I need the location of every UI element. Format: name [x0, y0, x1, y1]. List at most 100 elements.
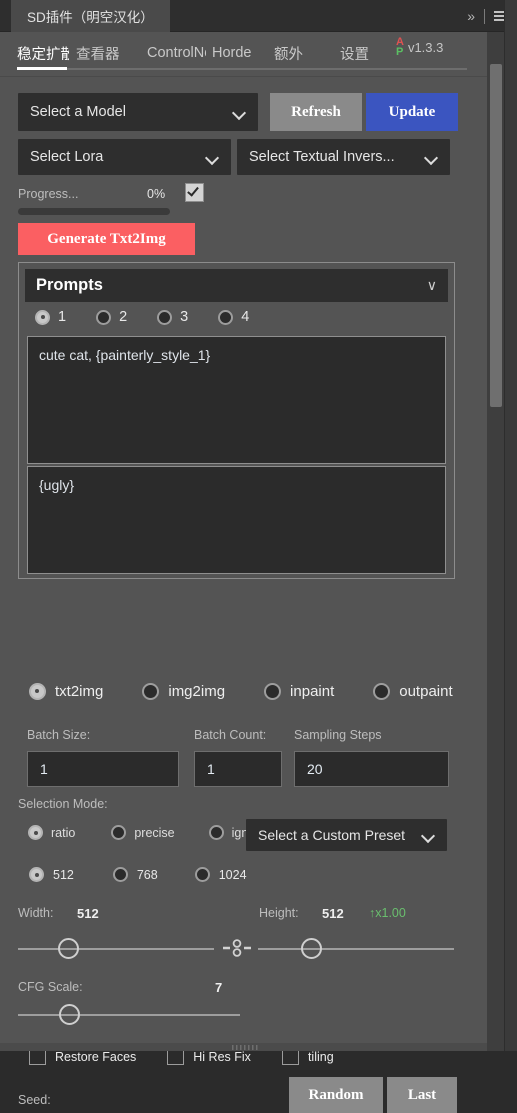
link-chain-icon[interactable]: [222, 938, 252, 958]
model-select-value: Select a Model: [30, 104, 126, 120]
radio-icon[interactable]: [29, 867, 44, 882]
refresh-button-label: Refresh: [291, 103, 341, 120]
height-slider-knob[interactable]: [301, 938, 322, 959]
mode-outpaint-label: outpaint: [399, 683, 453, 700]
radio-icon[interactable]: [208, 825, 224, 840]
tab-stable-diffusion[interactable]: 稳定扩散: [17, 43, 69, 64]
radio-icon[interactable]: [218, 309, 234, 325]
resolution-512-label: 512: [53, 867, 74, 882]
selection-mode-precise[interactable]: precise: [103, 825, 175, 840]
custom-preset-select[interactable]: Select a Custom Preset: [246, 819, 447, 851]
radio-icon[interactable]: [28, 825, 43, 840]
mode-outpaint[interactable]: outpaint: [364, 683, 453, 700]
panel-scrollbar[interactable]: [487, 32, 505, 1051]
scale-badge: ↑x1.00: [369, 906, 406, 920]
toggle-hi-res-fix-label: Hi Res Fix: [193, 1049, 251, 1064]
resize-grip[interactable]: [232, 1045, 258, 1050]
version-badge: A P v1.3.3: [396, 37, 443, 58]
tab-settings[interactable]: 设置: [340, 43, 386, 64]
prompt-slot-2[interactable]: 2: [88, 309, 127, 325]
resolution-768[interactable]: 768: [104, 867, 158, 882]
width-value: 512: [77, 906, 99, 921]
chevron-down-icon[interactable]: ∨: [427, 277, 437, 294]
height-label: Height:: [259, 906, 299, 920]
refresh-button[interactable]: Refresh: [270, 93, 362, 131]
selection-mode-label: Selection Mode:: [18, 797, 108, 811]
resolution-512[interactable]: 512: [20, 867, 74, 882]
prompts-title: Prompts: [36, 276, 103, 294]
tab-extras[interactable]: 额外: [274, 43, 324, 64]
chevron-double-right-icon[interactable]: »: [467, 9, 475, 23]
generate-txt2img-button[interactable]: Generate Txt2Img: [18, 223, 195, 255]
cfg-slider-track[interactable]: [18, 1014, 240, 1016]
resolution-768-label: 768: [136, 867, 158, 882]
radio-icon[interactable]: [111, 825, 127, 840]
height-slider-track[interactable]: [258, 948, 454, 950]
scrollbar-thumb[interactable]: [490, 64, 502, 407]
progress-enable-checkbox[interactable]: [185, 183, 204, 202]
radio-icon[interactable]: [194, 867, 210, 882]
selection-mode-precise-label: precise: [134, 825, 175, 840]
tab-viewer[interactable]: 查看器: [76, 43, 140, 64]
width-slider-track[interactable]: [18, 948, 214, 950]
prompt-slot-4[interactable]: 4: [210, 309, 249, 325]
textual-inversion-select[interactable]: Select Textual Invers...: [237, 139, 450, 175]
prompt-slot-1[interactable]: 1: [27, 309, 66, 325]
mode-img2img-label: img2img: [168, 683, 226, 700]
seed-random-label: Random: [308, 1086, 364, 1103]
chevron-down-icon: [425, 151, 438, 164]
radio-icon[interactable]: [35, 309, 50, 325]
radio-icon[interactable]: [264, 683, 282, 700]
chevron-down-icon: [233, 106, 246, 119]
radio-icon[interactable]: [142, 683, 160, 700]
batch-count-input[interactable]: 1: [194, 751, 282, 787]
radio-icon[interactable]: [373, 683, 391, 700]
prompt-slot-1-label: 1: [58, 309, 67, 325]
cfg-slider-knob[interactable]: [59, 1004, 80, 1025]
toggle-tiling-label: tiling: [307, 1049, 334, 1064]
mode-img2img[interactable]: img2img: [133, 683, 225, 700]
mode-txt2img[interactable]: txt2img: [20, 683, 103, 700]
resolution-preset-radios: 512 768 1024: [20, 867, 247, 882]
content-area: Select a Model Refresh Update Select Lor…: [0, 76, 487, 1113]
mode-txt2img-label: txt2img: [55, 683, 104, 700]
mode-inpaint-label: inpaint: [290, 683, 335, 700]
mode-inpaint[interactable]: inpaint: [255, 683, 334, 700]
seed-input[interactable]: [71, 1077, 283, 1113]
seed-label: Seed:: [18, 1093, 51, 1107]
negative-prompt-textarea[interactable]: {ugly}: [27, 466, 446, 574]
batch-size-input[interactable]: 1: [27, 751, 179, 787]
tab-horde[interactable]: Horde: [212, 45, 260, 61]
title-bar-actions: »: [467, 0, 507, 32]
model-select[interactable]: Select a Model: [18, 93, 258, 131]
radio-icon[interactable]: [157, 309, 173, 325]
resolution-1024[interactable]: 1024: [186, 867, 247, 882]
prompts-header[interactable]: Prompts ∨: [25, 269, 448, 302]
batch-count-label: Batch Count:: [194, 728, 267, 742]
seed-last-label: Last: [407, 1086, 437, 1103]
window-tab-chip[interactable]: SD插件（明空汉化）: [11, 0, 170, 32]
radio-icon[interactable]: [112, 867, 128, 882]
sd-plugin-panel: SD插件（明空汉化） » 稳定扩散 查看器 ControlNet Horde 额…: [0, 0, 517, 1113]
lora-select[interactable]: Select Lora: [18, 139, 231, 175]
seed-last-button[interactable]: Last: [387, 1077, 457, 1113]
divider: [484, 8, 485, 24]
tab-controlnet[interactable]: ControlNet: [147, 45, 206, 61]
radio-icon[interactable]: [29, 683, 46, 700]
selection-mode-ratio[interactable]: ratio: [20, 825, 75, 840]
update-button-label: Update: [388, 103, 436, 120]
prompt-slot-3[interactable]: 3: [149, 309, 188, 325]
resolution-1024-label: 1024: [218, 867, 247, 882]
radio-icon[interactable]: [96, 309, 112, 325]
seed-random-button[interactable]: Random: [289, 1077, 383, 1113]
ap-logo-icon: A P: [396, 37, 404, 58]
progress-percent: 0%: [147, 187, 166, 201]
width-slider-knob[interactable]: [58, 938, 79, 959]
height-value: 512: [322, 906, 344, 921]
positive-prompt-textarea[interactable]: cute cat, {painterly_style_1}: [27, 336, 446, 464]
update-button[interactable]: Update: [366, 93, 458, 131]
prompt-slot-2-label: 2: [119, 309, 128, 325]
sampling-steps-input[interactable]: 20: [294, 751, 449, 787]
width-label: Width:: [18, 906, 54, 920]
generate-button-label: Generate Txt2Img: [47, 230, 166, 247]
